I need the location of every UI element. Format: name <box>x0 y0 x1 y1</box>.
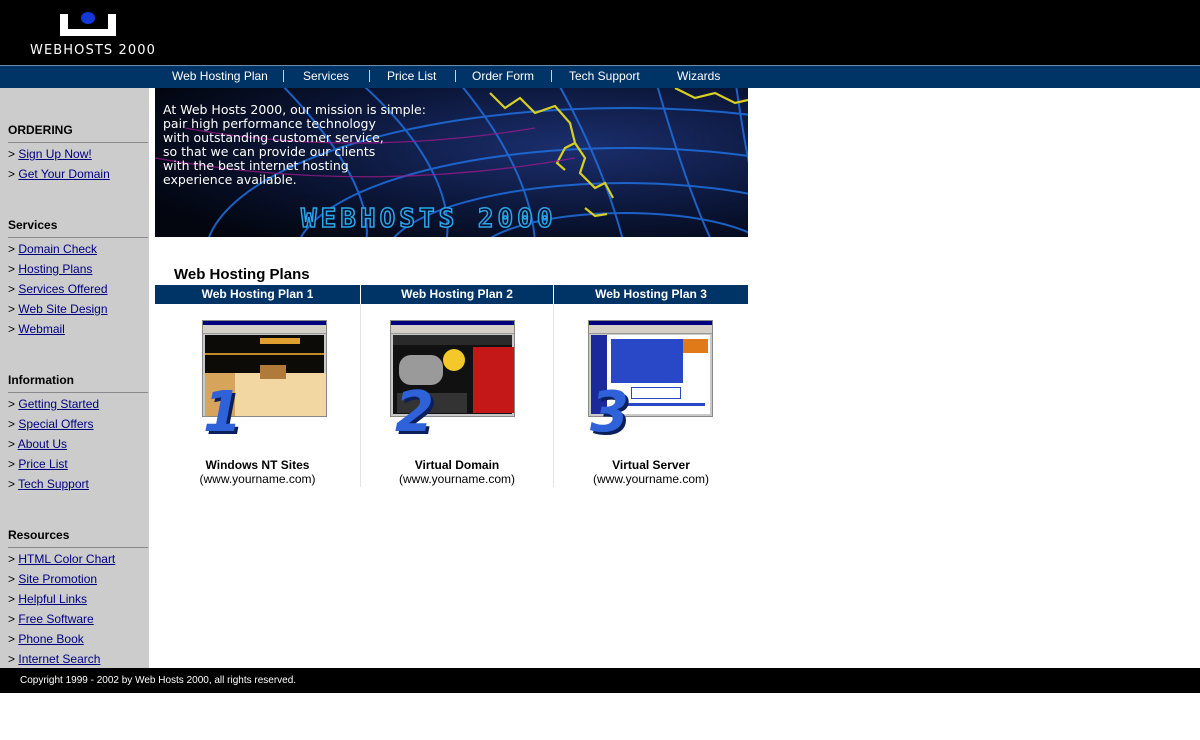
arrow-bullet-icon: > <box>8 552 16 566</box>
plan-domain: (www.yourname.com) <box>199 472 316 486</box>
sidebar-link-internet-search[interactable]: Internet Search <box>18 652 100 666</box>
banner-logo-text: WEBHOSTS 2000 <box>300 203 557 235</box>
sidebar-group-services: Services > Domain Check > Hosting Plans … <box>8 218 148 341</box>
sidebar-link-sign-up-now[interactable]: Sign Up Now! <box>18 147 91 161</box>
nav-wizards[interactable]: Wizards <box>677 69 720 83</box>
arrow-bullet-icon: > <box>8 632 16 646</box>
arrow-bullet-icon: > <box>8 302 16 316</box>
arrow-bullet-icon: > <box>8 477 16 491</box>
arrow-bullet-icon: > <box>8 437 16 451</box>
mission-line: with outstanding customer service, <box>163 130 384 145</box>
browser-toolbar <box>203 325 326 334</box>
sidebar-link-domain-check[interactable]: Domain Check <box>18 242 97 256</box>
sidebar-link-tech-support[interactable]: Tech Support <box>18 477 89 491</box>
site-header: WEBHOSTS 2000 <box>0 0 1200 65</box>
mission-line: so that we can provide our clients <box>163 144 376 159</box>
browser-toolbar <box>589 325 712 334</box>
nav-separator <box>455 70 456 82</box>
arrow-bullet-icon: > <box>8 612 16 626</box>
site-logo[interactable]: WEBHOSTS 2000 <box>30 10 160 60</box>
sidebar-link-services-offered[interactable]: Services Offered <box>18 282 107 296</box>
logo-text: WEBHOSTS 2000 <box>30 43 156 58</box>
arrow-bullet-icon: > <box>8 282 16 296</box>
arrow-bullet-icon: > <box>8 417 16 431</box>
mission-line: pair high performance technology <box>163 116 376 131</box>
sidebar: ORDERING > Sign Up Now! > Get Your Domai… <box>0 88 149 668</box>
nav-separator <box>369 70 370 82</box>
arrow-bullet-icon: > <box>8 167 16 181</box>
nav-web-hosting-plan[interactable]: Web Hosting Plan <box>172 69 268 83</box>
plan-header[interactable]: Web Hosting Plan 2 <box>361 285 553 304</box>
plan-domain: (www.yourname.com) <box>592 472 710 486</box>
sidebar-heading: Information <box>8 373 74 387</box>
sidebar-link-about-us[interactable]: About Us <box>18 437 67 451</box>
plan-name: Virtual Server <box>612 458 690 472</box>
sidebar-link-hosting-plans[interactable]: Hosting Plans <box>18 262 92 276</box>
sidebar-heading: Resources <box>8 528 70 542</box>
plan-number-3: 3 <box>590 380 629 445</box>
main-nav: Web Hosting Plan Services Price List Ord… <box>0 65 1200 88</box>
sidebar-group-information: Information > Getting Started > Special … <box>8 373 148 496</box>
arrow-bullet-icon: > <box>8 262 16 276</box>
arrow-bullet-icon: > <box>8 457 16 471</box>
logo-mark-icon <box>60 12 116 36</box>
plan-number-1: 1 <box>203 380 242 445</box>
sidebar-heading: ORDERING <box>8 123 73 137</box>
browser-toolbar <box>391 325 514 334</box>
mission-line: At Web Hosts 2000, our mission is simple… <box>163 102 426 117</box>
copyright-text: Copyright 1999 - 2002 by Web Hosts 2000,… <box>20 675 297 686</box>
plan-card-3[interactable]: Web Hosting Plan 3 3 Virtual Server (www… <box>554 285 748 487</box>
sidebar-link-getting-started[interactable]: Getting Started <box>18 397 99 411</box>
plan-number-2: 2 <box>395 380 434 445</box>
nav-price-list[interactable]: Price List <box>387 69 436 83</box>
site-footer: Copyright 1999 - 2002 by Web Hosts 2000,… <box>0 668 1200 693</box>
mission-line: with the best internet hosting <box>163 158 349 173</box>
arrow-bullet-icon: > <box>8 652 16 666</box>
plan-card-2[interactable]: Web Hosting Plan 2 2 Virtual Domain (www… <box>361 285 553 487</box>
plan-header[interactable]: Web Hosting Plan 3 <box>554 285 748 304</box>
sidebar-link-helpful-links[interactable]: Helpful Links <box>18 592 87 606</box>
sidebar-heading: Services <box>8 218 58 232</box>
plans-section-title: Web Hosting Plans <box>174 266 310 283</box>
sidebar-divider <box>8 392 148 393</box>
sidebar-link-free-software[interactable]: Free Software <box>18 612 93 626</box>
sidebar-group-ordering: ORDERING > Sign Up Now! > Get Your Domai… <box>8 123 148 186</box>
arrow-bullet-icon: > <box>8 572 16 586</box>
sidebar-link-price-list[interactable]: Price List <box>18 457 67 471</box>
mission-statement: At Web Hosts 2000, our mission is simple… <box>163 103 493 187</box>
plan-card-1[interactable]: Web Hosting Plan 1 1 Windows NT Sites (w… <box>155 285 360 487</box>
sidebar-link-phone-book[interactable]: Phone Book <box>18 632 83 646</box>
plan-header[interactable]: Web Hosting Plan 1 <box>155 285 360 304</box>
arrow-bullet-icon: > <box>8 592 16 606</box>
arrow-bullet-icon: > <box>8 242 16 256</box>
sidebar-link-webmail[interactable]: Webmail <box>18 322 64 336</box>
nav-separator <box>551 70 552 82</box>
sidebar-divider <box>8 547 148 548</box>
sidebar-link-special-offers[interactable]: Special Offers <box>18 417 93 431</box>
sidebar-divider <box>8 237 148 238</box>
sidebar-link-web-site-design[interactable]: Web Site Design <box>18 302 107 316</box>
plan-name: Virtual Domain <box>414 458 500 472</box>
sidebar-link-site-promotion[interactable]: Site Promotion <box>18 572 97 586</box>
sidebar-link-html-color-chart[interactable]: HTML Color Chart <box>18 552 115 566</box>
nav-services[interactable]: Services <box>303 69 349 83</box>
nav-separator <box>283 70 284 82</box>
sidebar-link-get-your-domain[interactable]: Get Your Domain <box>18 167 109 181</box>
plans-table: Web Hosting Plan 1 1 Windows NT Sites (w… <box>155 285 748 487</box>
arrow-bullet-icon: > <box>8 397 16 411</box>
plan-domain: (www.yourname.com) <box>398 472 516 486</box>
sidebar-divider <box>8 142 148 143</box>
hero-banner: At Web Hosts 2000, our mission is simple… <box>155 88 748 237</box>
mission-line: experience available. <box>163 172 297 187</box>
sidebar-group-resources: Resources > HTML Color Chart > Site Prom… <box>8 528 148 671</box>
nav-tech-support[interactable]: Tech Support <box>569 69 640 83</box>
arrow-bullet-icon: > <box>8 147 16 161</box>
nav-order-form[interactable]: Order Form <box>472 69 534 83</box>
plan-name: Windows NT Sites <box>205 458 310 472</box>
arrow-bullet-icon: > <box>8 322 16 336</box>
